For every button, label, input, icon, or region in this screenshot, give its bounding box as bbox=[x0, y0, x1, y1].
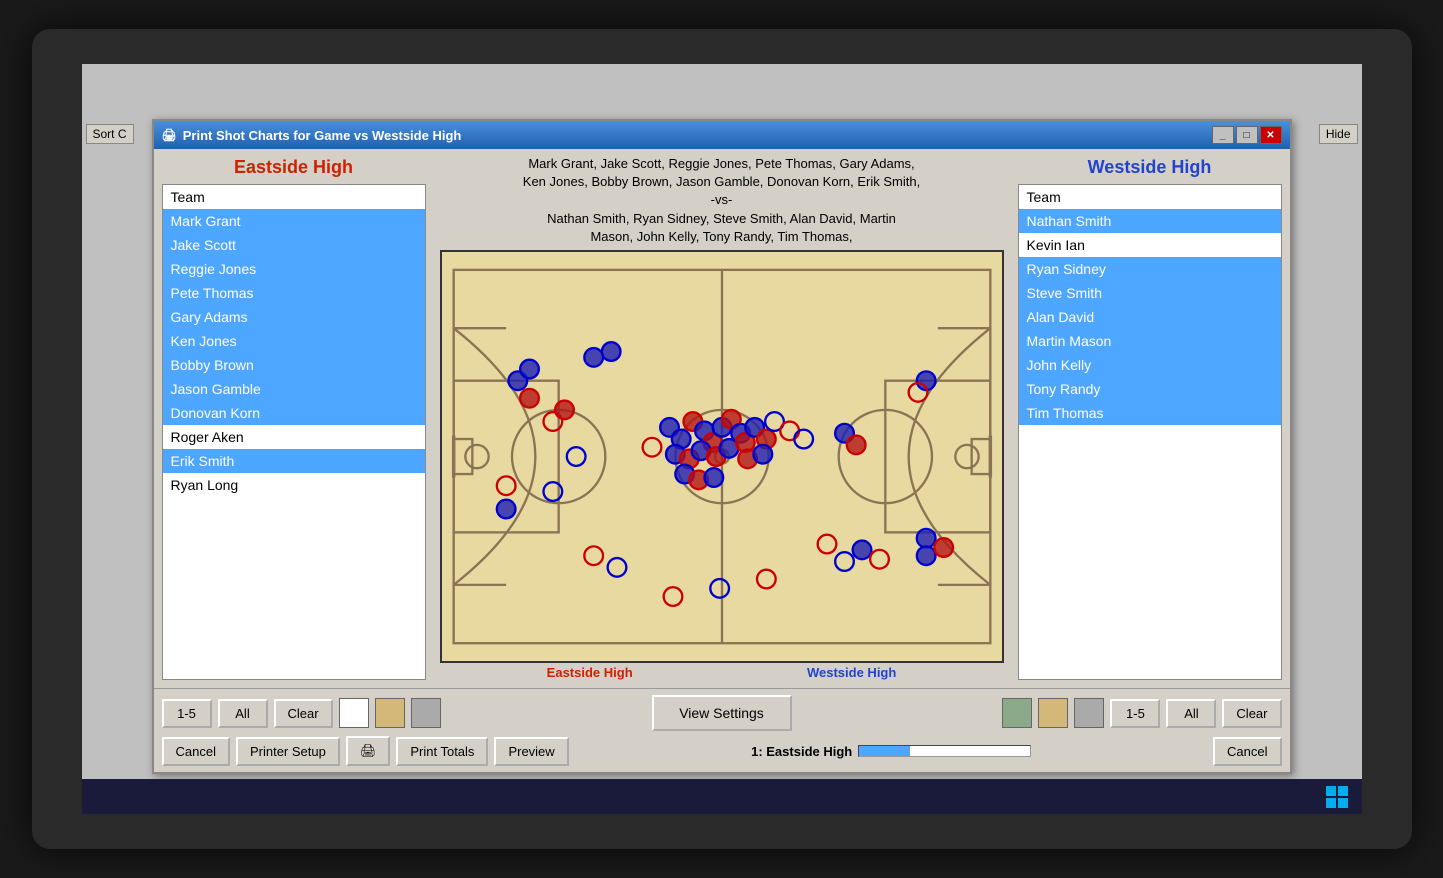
btn-clear-right[interactable]: Clear bbox=[1222, 699, 1281, 728]
btn-all-left[interactable]: All bbox=[218, 699, 268, 728]
list-item[interactable]: Erik Smith bbox=[163, 449, 425, 473]
list-item[interactable]: Gary Adams bbox=[163, 305, 425, 329]
swatch-tan-right[interactable] bbox=[1038, 698, 1068, 728]
westside-player-list[interactable]: Team Nathan Smith Kevin Ian Ryan Sidney … bbox=[1018, 184, 1282, 680]
westside-team-header: Team bbox=[1019, 185, 1281, 209]
list-item[interactable]: Jason Gamble bbox=[163, 377, 425, 401]
list-item[interactable]: Tony Randy bbox=[1019, 377, 1281, 401]
swatch-gray[interactable] bbox=[411, 698, 441, 728]
btn-view-settings[interactable]: View Settings bbox=[652, 695, 792, 731]
players-label: Mark Grant, Jake Scott, Reggie Jones, Pe… bbox=[440, 155, 1004, 246]
list-item[interactable]: Ryan Long bbox=[163, 473, 425, 497]
westside-panel: Westside High Team Nathan Smith Kevin Ia… bbox=[1010, 149, 1290, 688]
maximize-button[interactable]: □ bbox=[1236, 126, 1258, 144]
list-item[interactable]: Mark Grant bbox=[163, 209, 425, 233]
btn-print-totals[interactable]: Print Totals bbox=[396, 737, 488, 766]
list-item[interactable]: Steve Smith bbox=[1019, 281, 1281, 305]
list-item[interactable]: Kevin Ian bbox=[1019, 233, 1281, 257]
swatch-tan[interactable] bbox=[375, 698, 405, 728]
progress-bar-fill bbox=[859, 746, 910, 756]
bottom-toolbar: 1-5 All Clear View Settings bbox=[154, 688, 1290, 772]
list-item[interactable]: Jake Scott bbox=[163, 233, 425, 257]
taskbar bbox=[82, 779, 1362, 814]
toolbar-row-bottom: Cancel Printer Setup 🖨 Print Totals Prev… bbox=[162, 736, 1282, 766]
windows-logo bbox=[1322, 782, 1352, 812]
btn-cancel-left[interactable]: Cancel bbox=[162, 737, 230, 766]
list-item[interactable]: Ryan Sidney bbox=[1019, 257, 1281, 281]
swatch-green[interactable] bbox=[1002, 698, 1032, 728]
eastside-panel: Eastside High Team Mark Grant Jake Scott… bbox=[154, 149, 434, 688]
close-button[interactable]: ✕ bbox=[1260, 126, 1282, 144]
title-bar: 🖨 Print Shot Charts for Game vs Westside… bbox=[154, 121, 1290, 149]
list-item[interactable]: John Kelly bbox=[1019, 353, 1281, 377]
btn-all-right[interactable]: All bbox=[1166, 699, 1216, 728]
center-panel: Mark Grant, Jake Scott, Reggie Jones, Pe… bbox=[434, 149, 1010, 688]
window-title: Print Shot Charts for Game vs Westside H… bbox=[183, 128, 462, 143]
eastside-team-header: Team bbox=[163, 185, 425, 209]
btn-clear-left[interactable]: Clear bbox=[274, 699, 333, 728]
list-item[interactable]: Martin Mason bbox=[1019, 329, 1281, 353]
toolbar-row-top: 1-5 All Clear View Settings bbox=[162, 695, 1282, 731]
btn-1-5-right[interactable]: 1-5 bbox=[1110, 699, 1160, 728]
list-item[interactable]: Bobby Brown bbox=[163, 353, 425, 377]
eastside-title: Eastside High bbox=[162, 157, 426, 178]
swatch-white[interactable] bbox=[339, 698, 369, 728]
hide-button[interactable]: Hide bbox=[1319, 124, 1358, 144]
btn-1-5-left[interactable]: 1-5 bbox=[162, 699, 212, 728]
btn-printer-setup[interactable]: Printer Setup bbox=[236, 737, 340, 766]
court-labels: Eastside High Westside High bbox=[440, 663, 1004, 682]
list-item[interactable]: Ken Jones bbox=[163, 329, 425, 353]
btn-preview[interactable]: Preview bbox=[494, 737, 568, 766]
sort-button[interactable]: Sort C bbox=[86, 124, 134, 144]
btn-cancel-right[interactable]: Cancel bbox=[1213, 737, 1281, 766]
court-display bbox=[440, 250, 1004, 663]
window-icon: 🖨 bbox=[162, 128, 177, 142]
list-item[interactable]: Alan David bbox=[1019, 305, 1281, 329]
westside-title: Westside High bbox=[1018, 157, 1282, 178]
eastside-player-list[interactable]: Team Mark Grant Jake Scott Reggie Jones … bbox=[162, 184, 426, 680]
list-item[interactable]: Nathan Smith bbox=[1019, 209, 1281, 233]
btn-print-icon[interactable]: 🖨 bbox=[346, 736, 391, 766]
list-item[interactable]: Roger Aken bbox=[163, 425, 425, 449]
sidebar-left bbox=[82, 64, 152, 814]
status-label: 1: Eastside High bbox=[751, 744, 852, 759]
court-label-westside: Westside High bbox=[807, 665, 896, 680]
main-window: 🖨 Print Shot Charts for Game vs Westside… bbox=[152, 119, 1292, 774]
court-label-eastside: Eastside High bbox=[547, 665, 633, 680]
minimize-button[interactable]: _ bbox=[1212, 126, 1234, 144]
list-item[interactable]: Tim Thomas bbox=[1019, 401, 1281, 425]
sidebar-right bbox=[1292, 64, 1362, 814]
list-item[interactable]: Donovan Korn bbox=[163, 401, 425, 425]
progress-bar bbox=[858, 745, 1030, 757]
list-item[interactable]: Pete Thomas bbox=[163, 281, 425, 305]
list-item[interactable]: Reggie Jones bbox=[163, 257, 425, 281]
swatch-gray-right[interactable] bbox=[1074, 698, 1104, 728]
